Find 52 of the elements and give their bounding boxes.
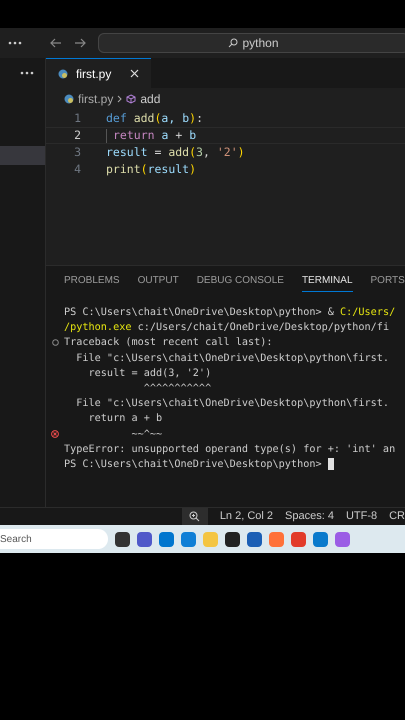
- python-file-icon: [64, 94, 74, 104]
- status-item[interactable]: UTF-8: [346, 508, 378, 525]
- line-number: 1: [73, 110, 82, 127]
- panel-tab[interactable]: DEBUG CONSOLE: [196, 270, 284, 292]
- status-item[interactable]: Ln 2, Col 2: [220, 508, 274, 525]
- search-icon: [228, 38, 238, 48]
- terminal-cursor: [328, 458, 334, 470]
- chevron-icon: [117, 95, 122, 103]
- breadcrumb-file[interactable]: first.py: [78, 90, 114, 108]
- terminal-line: result = add(3, '2'): [88, 366, 212, 381]
- code-line: result = add(3, '2'): [106, 144, 245, 161]
- more-icon[interactable]: [20, 71, 34, 75]
- panel-tab[interactable]: PORTS: [370, 270, 405, 292]
- editor-tab[interactable]: first.py: [46, 58, 151, 88]
- code-line: print(result): [106, 160, 196, 178]
- terminal-line: /python.exe c:/Users/chait/OneDrive/Desktop/python/fi: [64, 321, 390, 336]
- taskbar-search-field[interactable]: Search: [0, 529, 108, 549]
- line-number: 3: [73, 144, 82, 161]
- close-icon[interactable]: [130, 69, 139, 78]
- taskbar-app-icon[interactable]: [225, 532, 240, 546]
- zoom-button[interactable]: [182, 508, 208, 525]
- status-item[interactable]: CR: [389, 508, 405, 525]
- terminal-line: ^^^^^^^^^^^: [142, 382, 212, 396]
- status-item[interactable]: Spaces: 4: [285, 508, 334, 525]
- line-number: 2: [73, 126, 82, 144]
- breadcrumb-symbol[interactable]: add: [140, 90, 160, 108]
- terminal-line: PS C:\Users\chait\OneDrive\Desktop\python> & C:/Users/: [64, 306, 396, 320]
- command-search-field[interactable]: python: [98, 33, 405, 53]
- terminal-line: return a + b: [88, 412, 162, 426]
- terminal-line: Traceback (most recent call last):: [64, 336, 273, 350]
- terminal-line: File "c:\Users\chait\OneDrive\Desktop\python\first.: [75, 352, 390, 366]
- python-file-icon: [58, 68, 68, 78]
- panel-tab[interactable]: PROBLEMS: [64, 270, 120, 292]
- taskbar-app-icon[interactable]: [115, 532, 130, 546]
- line-number: 4: [73, 160, 82, 178]
- taskbar-search-text: Search: [0, 532, 32, 546]
- back-arrow-icon[interactable]: [50, 38, 62, 48]
- more-icon[interactable]: [8, 41, 22, 45]
- search-text: python: [242, 35, 279, 52]
- panel-tab[interactable]: TERMINAL: [302, 270, 352, 292]
- terminal-line: TypeError: unsupported operand type(s) for +: 'int' an: [64, 442, 396, 457]
- terminal-line: File "c:\Users\chait\OneDrive\Desktop\python\first.: [75, 397, 390, 412]
- terminal-line: ~~^~~: [130, 428, 162, 442]
- code-line: return a + b: [106, 126, 196, 144]
- forward-arrow-icon[interactable]: [74, 38, 86, 48]
- zoom-icon: [189, 511, 200, 522]
- circle-marker-icon: [52, 339, 58, 346]
- cube-icon: [126, 94, 136, 104]
- terminal-line: PS C:\Users\chait\OneDrive\Desktop\python>: [64, 456, 334, 472]
- code-line: def add(a, b):: [106, 110, 203, 127]
- error-marker-icon: [51, 430, 59, 438]
- panel-tab[interactable]: OUTPUT: [138, 270, 179, 292]
